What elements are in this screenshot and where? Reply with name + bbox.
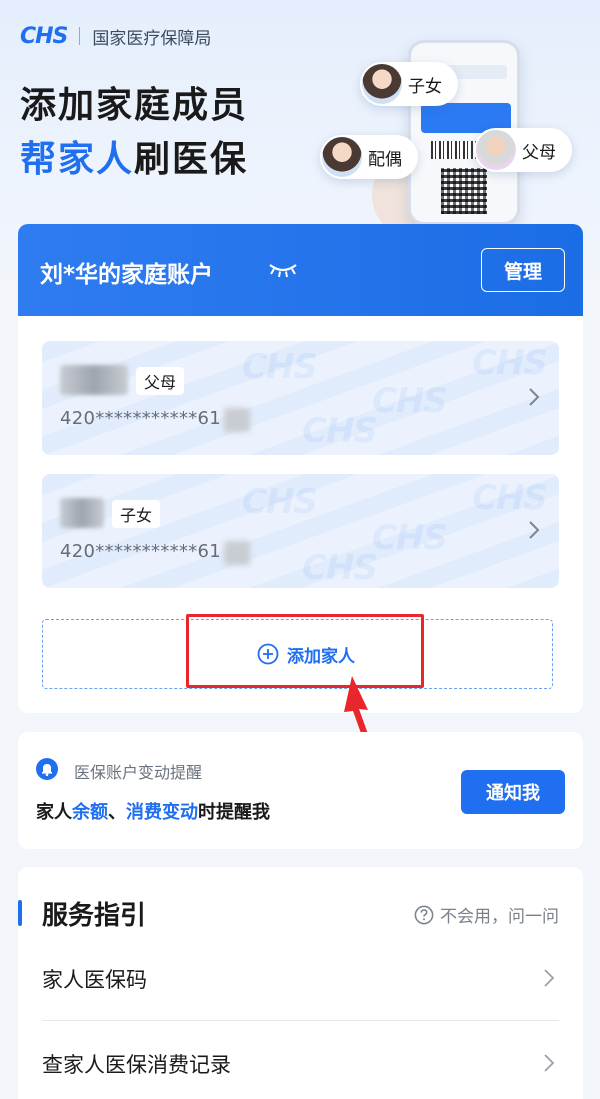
- help-link[interactable]: 不会用，问一问: [414, 902, 559, 927]
- guide-item-label: 查家人医保消费记录: [42, 1053, 231, 1077]
- member-name-blurred: [60, 498, 104, 528]
- notice-text-prefix: 家人: [36, 802, 72, 823]
- member-id-number: 420***********61: [60, 541, 222, 562]
- hero-title-line1: 添加家庭成员: [20, 85, 249, 126]
- manage-button[interactable]: 管理: [481, 248, 565, 292]
- balance-notice-card: 医保账户变动提醒 家人余额、消费变动时提醒我 通知我: [18, 732, 583, 849]
- chs-watermark: CHS: [372, 518, 448, 558]
- bubble-spouse: 配偶: [320, 135, 418, 179]
- family-member-card[interactable]: CHS CHS CHS CHS 父母 420***********61: [42, 341, 559, 455]
- notice-label: 医保账户变动提醒: [74, 763, 203, 782]
- notice-description: 家人余额、消费变动时提醒我: [36, 798, 270, 824]
- id-blurred-tail: [224, 541, 250, 565]
- member-relation-tag: 父母: [136, 367, 185, 395]
- chs-watermark: CHS: [302, 411, 378, 451]
- service-guide-card: 服务指引 不会用，问一问 家人医保码 查家人医保消费记录: [18, 867, 583, 1099]
- parent-avatar: [476, 130, 516, 170]
- guide-item-consumption-records[interactable]: 查家人医保消费记录: [42, 1032, 559, 1096]
- header-logo-row: CHS 国家医疗保障局: [20, 22, 211, 50]
- account-title: 刘*华的家庭账户: [40, 262, 214, 288]
- notice-highlight-spending: 消费变动: [126, 802, 198, 823]
- help-label: 不会用，问一问: [440, 907, 559, 927]
- bubble-child: 子女: [360, 62, 458, 106]
- question-circle-icon: [414, 905, 434, 924]
- eye-closed-icon[interactable]: [268, 262, 298, 278]
- list-divider: [42, 1020, 559, 1021]
- notify-me-button[interactable]: 通知我: [461, 770, 565, 814]
- notice-text-separator: 、: [108, 802, 126, 823]
- chs-watermark: CHS: [302, 548, 378, 588]
- notice-highlight-balance: 余额: [72, 802, 108, 823]
- member-relation-tag: 子女: [112, 500, 161, 528]
- chs-watermark: CHS: [242, 347, 318, 387]
- hero-title-line2: 帮家人刷医保: [20, 130, 248, 182]
- spouse-avatar: [322, 137, 362, 177]
- chevron-right-icon: [544, 969, 555, 987]
- chevron-right-icon: [529, 521, 540, 539]
- member-id-number: 420***********61: [60, 408, 222, 429]
- hero-title-highlight: 帮家人: [20, 139, 135, 180]
- hero-title-rest: 刷医保: [134, 139, 249, 180]
- family-member-card[interactable]: CHS CHS CHS CHS 子女 420***********61: [42, 474, 559, 588]
- chs-watermark: CHS: [372, 381, 448, 421]
- bubble-parent: 父母: [474, 128, 572, 172]
- guide-item-family-insurance-code[interactable]: 家人医保码: [42, 947, 559, 1011]
- bubble-parent-label: 父母: [522, 142, 556, 163]
- guide-title: 服务指引: [42, 901, 147, 931]
- bell-icon: [36, 758, 58, 780]
- qr-code-icon: [441, 168, 487, 214]
- chs-watermark: CHS: [242, 482, 318, 522]
- chevron-right-icon: [529, 388, 540, 406]
- org-name: 国家医疗保障局: [92, 28, 212, 49]
- chs-watermark: CHS: [472, 478, 548, 518]
- logo-divider: [79, 27, 81, 45]
- section-accent-bar: [18, 900, 22, 926]
- bubble-spouse-label: 配偶: [368, 149, 402, 170]
- account-header: 刘*华的家庭账户 管理: [18, 224, 583, 316]
- child-avatar: [362, 64, 402, 104]
- chs-logo: CHS: [20, 23, 68, 49]
- notice-text-suffix: 时提醒我: [198, 802, 270, 823]
- id-blurred-tail: [224, 408, 250, 432]
- guide-item-label: 家人医保码: [42, 968, 147, 992]
- chevron-right-icon: [544, 1054, 555, 1072]
- member-name-blurred: [60, 365, 128, 395]
- chs-watermark: CHS: [472, 343, 548, 383]
- bubble-child-label: 子女: [408, 76, 442, 97]
